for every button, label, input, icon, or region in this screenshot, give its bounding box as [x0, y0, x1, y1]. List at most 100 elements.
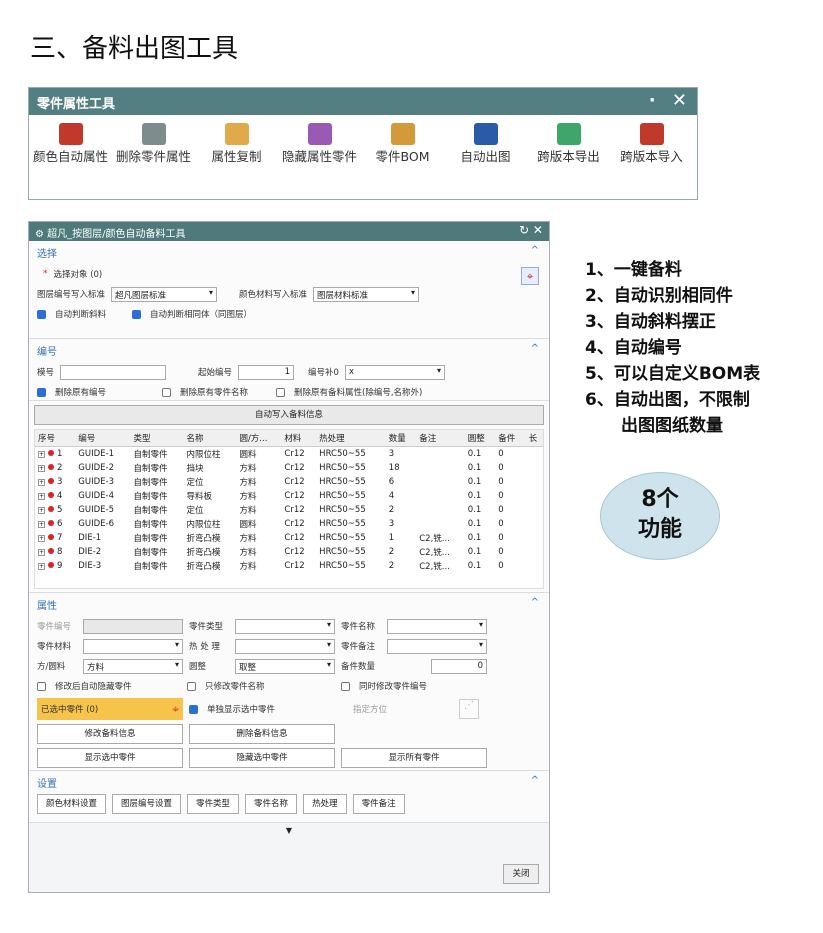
hide-after-checkbox[interactable] [37, 681, 46, 691]
remark-select[interactable] [387, 638, 487, 654]
table-row[interactable]: +2 GUIDE-2 自制零件 挡块 方料 Cr12 HRC50~55 18 0.1 0 [35, 461, 543, 475]
table-row[interactable]: +6 GUIDE-6 自制零件 内限位柱 圆料 Cr12 HRC50~55 3 0.1 0 [35, 517, 543, 531]
table-cell: Cr12 [284, 561, 305, 571]
hide-selected-button[interactable]: 隐藏选中零件 [189, 748, 335, 768]
del-name-checkbox[interactable] [162, 387, 172, 397]
tool-button[interactable]: 零件BOM [361, 123, 444, 165]
settings-button[interactable]: 零件类型 [187, 794, 240, 814]
settings-header[interactable]: 设置 [37, 775, 541, 790]
expand-icon[interactable]: + [38, 507, 45, 514]
table-row[interactable]: +9 DIE-3 自制零件 折弯凸模 方料 Cr12 HRC50~55 2 C2,铣... 0.1… [35, 559, 543, 573]
row-index: 9 [57, 561, 63, 571]
part-type-select[interactable] [235, 618, 335, 634]
part-name-select[interactable] [387, 618, 487, 634]
tool-button[interactable]: 删除零件属性 [112, 123, 195, 165]
expand-icon[interactable]: + [38, 479, 45, 486]
select-header[interactable]: 选择 [37, 245, 541, 260]
settings-button[interactable]: 颜色材料设置 [37, 794, 107, 814]
del-num-label: 删除原有编号 [55, 388, 107, 398]
column-header[interactable]: 备件 [495, 430, 526, 447]
selected-parts-bar[interactable]: 已选中零件 (0) ⌖ [37, 698, 183, 720]
expand-icon[interactable]: + [38, 563, 45, 570]
table-row[interactable]: +4 GUIDE-4 自制零件 导料板 方料 Cr12 HRC50~55 4 0.1 0 [35, 489, 543, 503]
expand-icon[interactable]: + [38, 549, 45, 556]
show-all-button[interactable]: 显示所有零件 [341, 748, 487, 768]
part-mat-select[interactable] [83, 638, 183, 654]
dialog-window-controls[interactable]: ↻ ✕ [519, 223, 543, 237]
heat-select[interactable] [235, 638, 335, 654]
column-header[interactable]: 圆整 [464, 430, 496, 447]
collapse-icon[interactable]: ^ [531, 597, 539, 608]
settings-button[interactable]: 图层编号设置 [112, 794, 182, 814]
tool-button[interactable]: 属性复制 [195, 123, 278, 165]
expand-icon[interactable]: + [38, 493, 45, 500]
delete-info-button[interactable]: 删除备料信息 [189, 724, 335, 744]
expand-icon[interactable]: + [38, 465, 45, 472]
column-header[interactable]: 圆/方... [236, 430, 282, 447]
tool-icon [390, 123, 415, 145]
tool-button[interactable]: 隐藏属性零件 [278, 123, 361, 165]
collapse-icon[interactable]: ^ [531, 343, 539, 354]
del-num-checkbox[interactable] [37, 387, 46, 397]
numbering-header[interactable]: 编号 [37, 343, 541, 358]
tool-button[interactable]: 自动出图 [444, 123, 527, 165]
expand-icon[interactable]: + [38, 451, 45, 458]
auto-write-button[interactable]: 自动写入备料信息 [34, 405, 544, 425]
column-header[interactable]: 热处理 [316, 430, 386, 447]
table-row[interactable]: +5 GUIDE-5 自制零件 定位 方料 Cr12 HRC50~55 2 0.1 0 [35, 503, 543, 517]
layer-standard-select[interactable]: 超凡图层标准 [111, 286, 218, 302]
start-stepper[interactable]: 1 [238, 364, 295, 380]
column-header[interactable]: 材料 [281, 430, 317, 447]
round-select[interactable]: 取整 [235, 658, 335, 674]
column-header[interactable]: 长 [525, 430, 543, 447]
prefix-input[interactable] [60, 364, 167, 380]
column-header[interactable]: 序号 [35, 430, 76, 447]
modify-info-button[interactable]: 修改备料信息 [37, 724, 183, 744]
table-cell: 折弯凸模 [186, 548, 221, 558]
close-dialog-button[interactable]: 关闭 [503, 864, 539, 884]
properties-header[interactable]: 属性 [37, 597, 541, 612]
expand-icon[interactable]: + [38, 521, 45, 528]
show-single-checkbox[interactable] [189, 704, 198, 714]
table-row[interactable]: +7 DIE-1 自制零件 折弯凸模 方料 Cr12 HRC50~55 1 C2,铣... 0.1… [35, 531, 543, 545]
row-index: 2 [57, 463, 63, 473]
orient-label: 指定方位 [353, 705, 388, 715]
column-header[interactable]: 编号 [75, 430, 131, 447]
settings-button[interactable]: 零件名称 [245, 794, 298, 814]
tool-button[interactable]: 跨版本导出 [527, 123, 610, 165]
settings-button[interactable]: 热处理 [303, 794, 347, 814]
only-name-checkbox[interactable] [187, 681, 196, 691]
collapse-icon[interactable]: ^ [531, 775, 539, 786]
minimize-button[interactable]: · [649, 90, 656, 111]
del-attr-checkbox[interactable] [276, 387, 286, 397]
close-button[interactable]: ✕ [672, 90, 687, 111]
expand-icon[interactable]: + [38, 535, 45, 542]
orient-icon[interactable]: ⋰ [459, 699, 479, 719]
row-index: 5 [57, 505, 63, 515]
also-num-checkbox[interactable] [341, 681, 350, 691]
table-cell: 1 [388, 533, 395, 543]
column-header[interactable]: 备注 [416, 430, 465, 447]
show-selected-button[interactable]: 显示选中零件 [37, 748, 183, 768]
settings-button[interactable]: 零件备注 [352, 794, 405, 814]
crosshair-icon[interactable]: ⌖ [172, 702, 179, 717]
crosshair-icon[interactable]: ⌖ [521, 267, 539, 285]
table-cell: HRC50~55 [319, 519, 366, 529]
spare-stepper[interactable]: 0 [431, 658, 487, 674]
collapse-icon[interactable]: ^ [531, 245, 539, 256]
pad-select[interactable]: x [344, 364, 445, 380]
shape-select[interactable]: 方料 [83, 658, 183, 674]
column-header[interactable]: 类型 [130, 430, 184, 447]
auto-slope-checkbox[interactable] [37, 309, 46, 319]
auto-same-checkbox[interactable] [132, 309, 142, 319]
expand-more-icon[interactable]: ▼ [29, 823, 549, 838]
table-row[interactable]: +1 GUIDE-1 自制零件 内限位柱 圆料 Cr12 HRC50~55 3 0.1 0 [35, 447, 543, 462]
table-row[interactable]: +8 DIE-2 自制零件 折弯凸模 方料 Cr12 HRC50~55 2 C2,铣... 0.1… [35, 545, 543, 559]
tool-button[interactable]: 跨版本导入 [610, 123, 693, 165]
column-header[interactable]: 名称 [183, 430, 237, 447]
row-index: 8 [57, 547, 63, 557]
table-row[interactable]: +3 GUIDE-3 自制零件 定位 方料 Cr12 HRC50~55 6 0.1 0 [35, 475, 543, 489]
color-standard-select[interactable]: 图层材料标准 [313, 286, 420, 302]
tool-button[interactable]: 颜色自动属性 [29, 123, 112, 165]
column-header[interactable]: 数量 [385, 430, 417, 447]
